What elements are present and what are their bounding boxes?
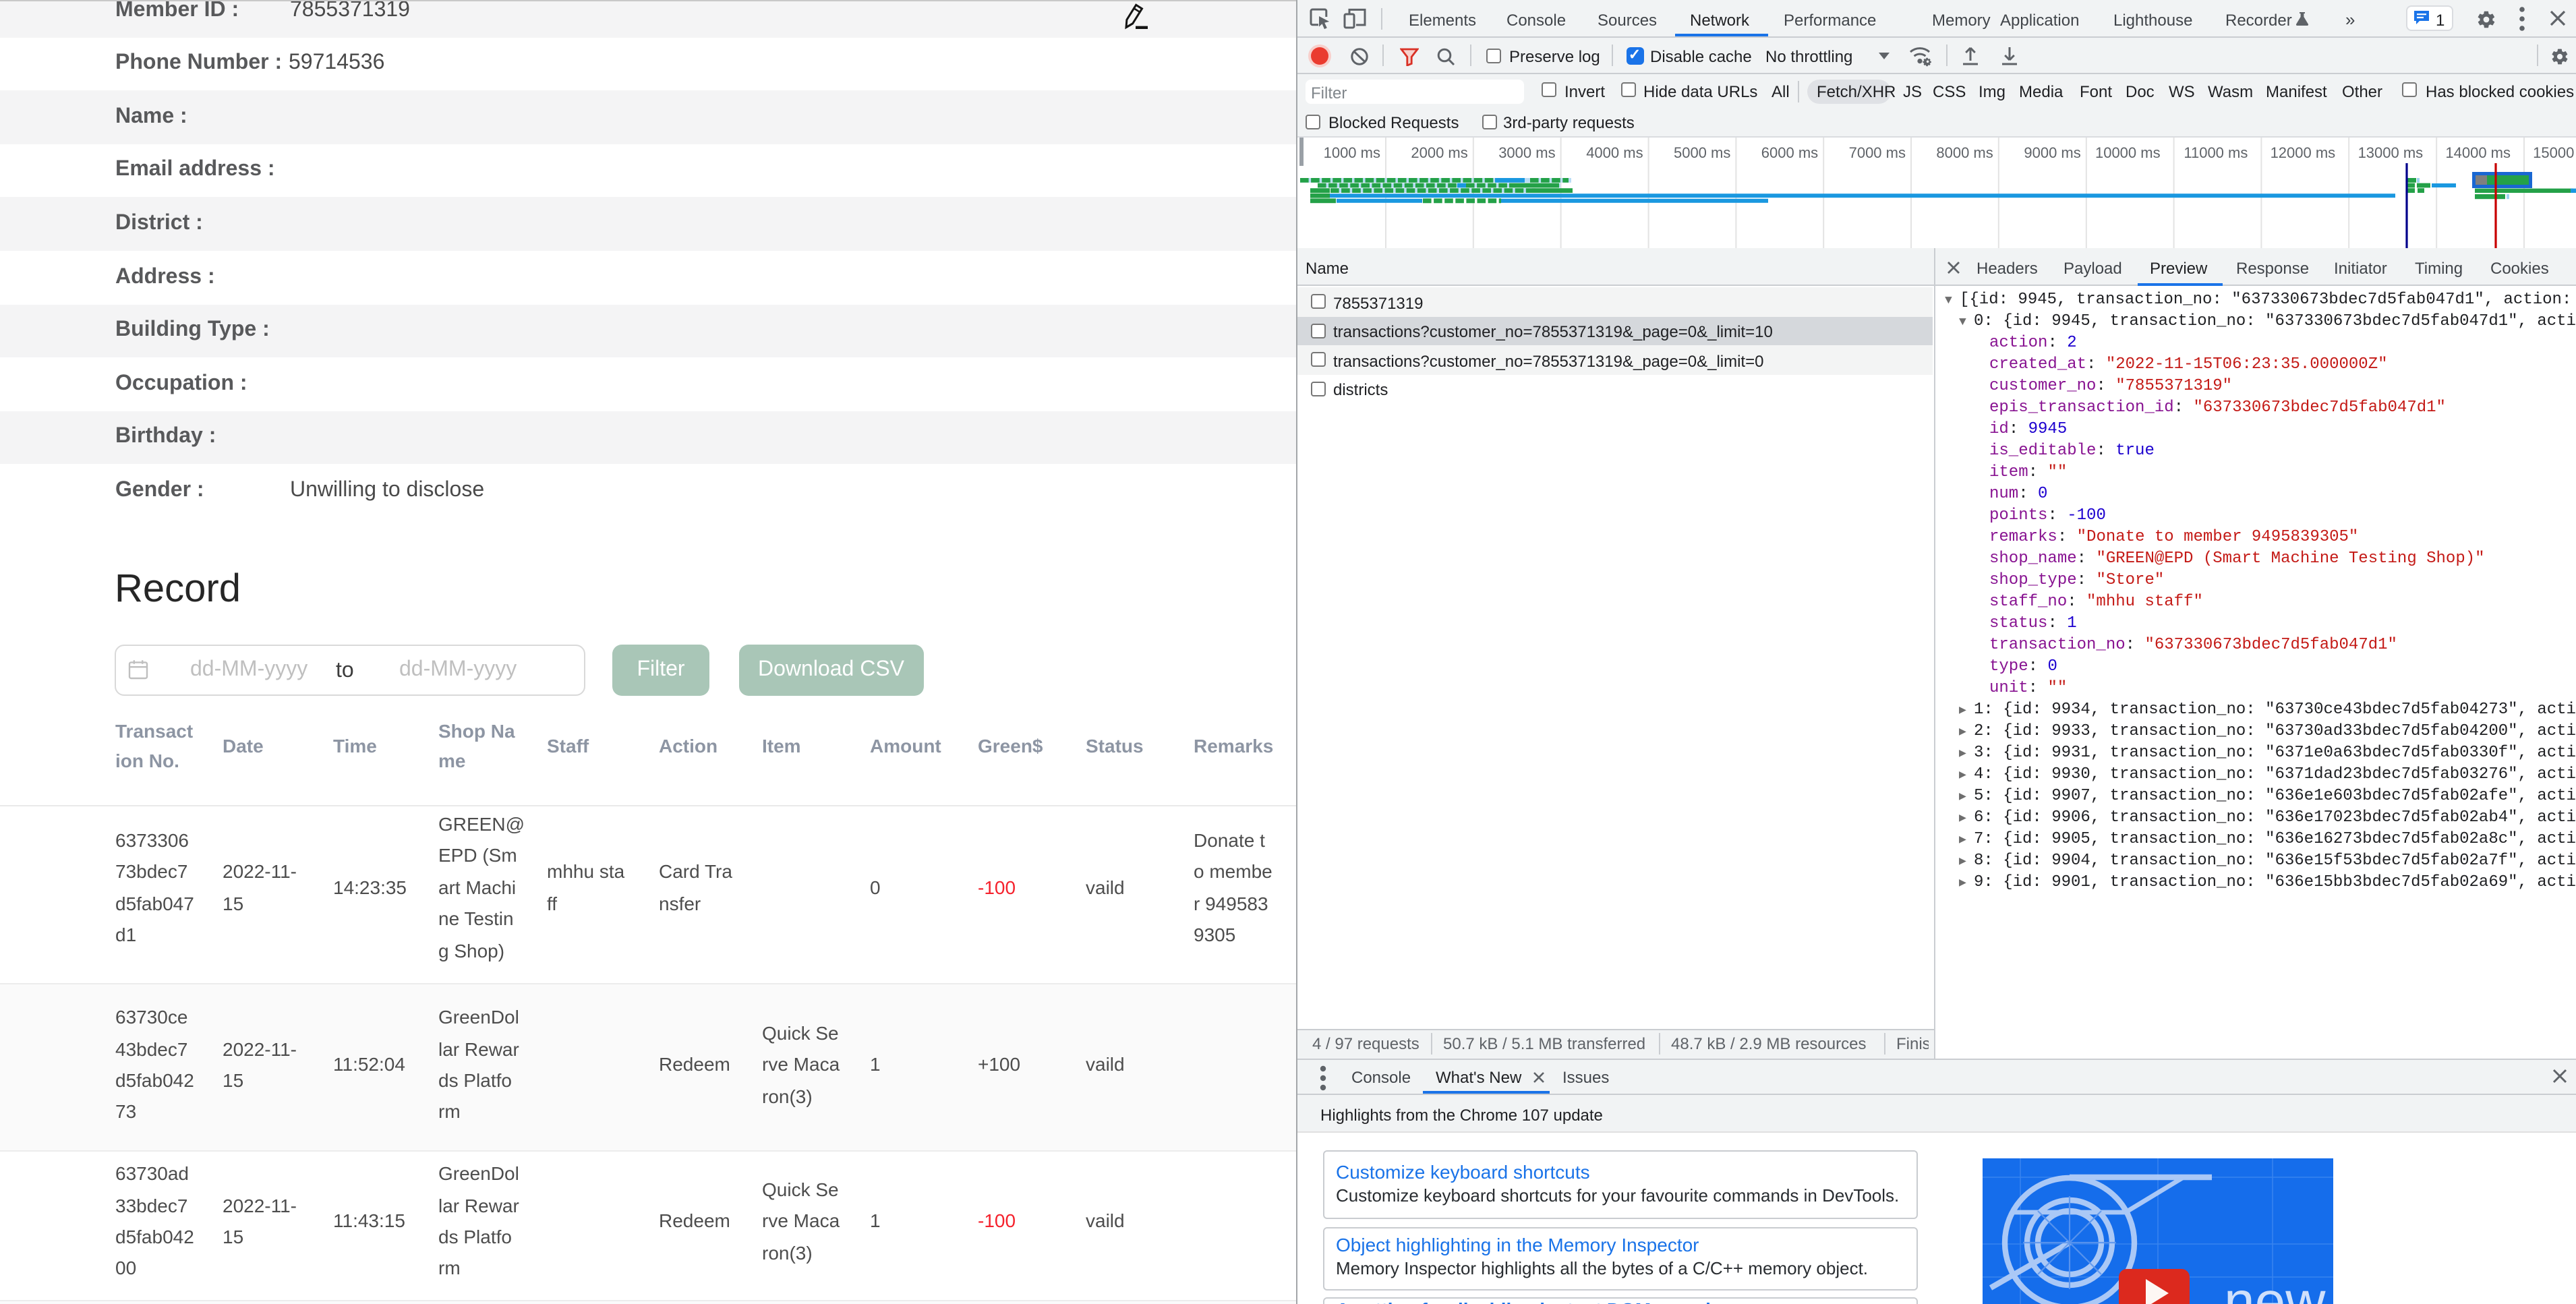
svg-text:new: new: [2223, 1270, 2325, 1304]
